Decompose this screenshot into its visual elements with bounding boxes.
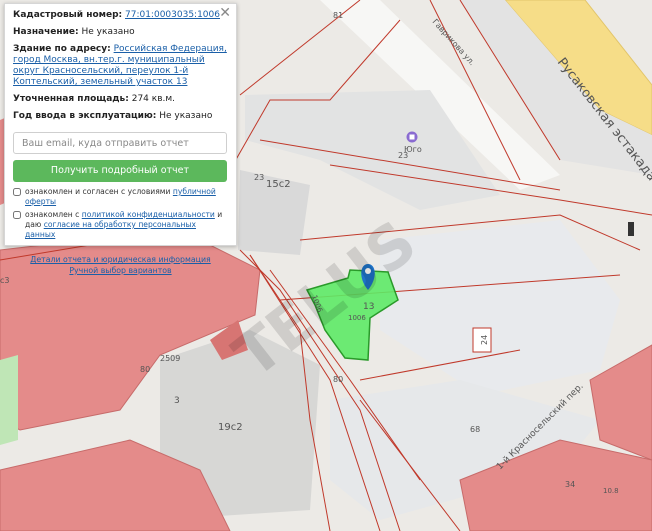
cadastral-number-link[interactable]: 77:01:0003035:1006 (125, 10, 220, 20)
cadastral-label: Кадастровый номер: (13, 10, 123, 20)
purpose-label: Назначение: (13, 27, 79, 37)
privacy-policy-link[interactable]: политикой конфиденциальности (82, 210, 215, 219)
map-number: 80 (333, 375, 343, 384)
building-label: Здание по адресу: (13, 44, 111, 54)
offer-text: ознакомлен и согласен с условиями публич… (25, 187, 228, 207)
map-number: 2509 (160, 354, 180, 363)
close-icon[interactable]: ✕ (219, 5, 231, 21)
map-number: 23 (254, 173, 264, 182)
offer-checkbox-row[interactable]: ознакомлен и согласен с условиями публич… (13, 187, 228, 207)
map-number: с3 (0, 276, 10, 285)
privacy-checkbox[interactable] (13, 211, 21, 219)
privacy-text-plain: ознакомлен с (25, 210, 82, 219)
footer-links: Детали отчета и юридическая информация Р… (13, 254, 228, 276)
shop-bag-icon (409, 134, 415, 140)
purpose-row: Назначение: Не указано (13, 27, 228, 38)
email-input[interactable] (13, 132, 227, 154)
report-details-link[interactable]: Детали отчета и юридическая информация (13, 254, 228, 265)
map-number: 3 (174, 396, 180, 406)
map-number: 34 (565, 480, 575, 489)
purpose-value: Не указано (81, 27, 135, 37)
get-report-button[interactable]: Получить подробный отчет (13, 160, 227, 182)
poi-label: Юго (404, 145, 422, 154)
parcel-info-panel: ✕ Кадастровый номер: 77:01:0003035:1006 … (4, 3, 237, 275)
building-row: Здание по адресу: Российская Федерация, … (13, 44, 228, 88)
manual-selection-link[interactable]: Ручной выбор вариантов (13, 265, 228, 276)
offer-checkbox[interactable] (13, 188, 21, 196)
year-label: Год ввода в эксплуатацию: (13, 111, 157, 121)
map-number: 15с2 (266, 179, 291, 190)
year-value: Не указано (159, 111, 213, 121)
map-number: 10.8 (603, 487, 619, 495)
cadastral-row: Кадастровый номер: 77:01:0003035:1006 (13, 10, 228, 21)
year-row: Год ввода в эксплуатацию: Не указано (13, 111, 228, 122)
area-row: Уточненная площадь: 274 кв.м. (13, 94, 228, 105)
offer-text-plain: ознакомлен и согласен с условиями (25, 187, 173, 196)
map-number: 24 (480, 335, 489, 345)
area-value: 274 кв.м. (131, 94, 176, 104)
traffic-light-icon (628, 222, 634, 236)
map-number: 68 (470, 425, 480, 434)
area-label: Уточненная площадь: (13, 94, 129, 104)
privacy-text: ознакомлен с политикой конфиденциальност… (25, 210, 228, 240)
park-area (0, 355, 18, 445)
data-consent-link[interactable]: согласие на обработку персональных данны… (25, 220, 196, 239)
map-number: 81 (333, 11, 343, 20)
map-number: 19с2 (218, 422, 243, 433)
privacy-checkbox-row[interactable]: ознакомлен с политикой конфиденциальност… (13, 210, 228, 240)
map-number: 80 (140, 365, 150, 374)
